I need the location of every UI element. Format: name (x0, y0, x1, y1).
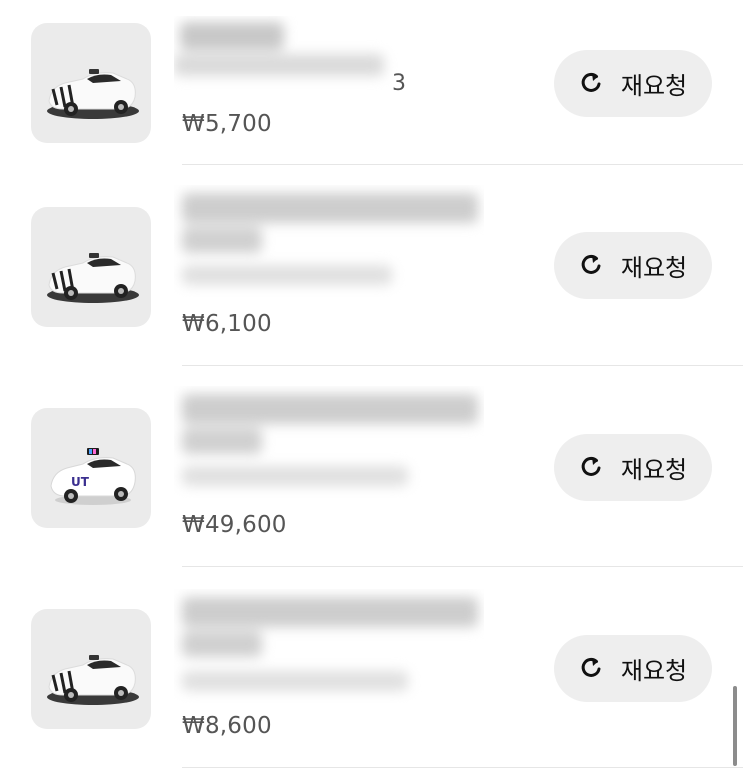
list-item[interactable]: ₩6,100 재요청 (0, 165, 743, 366)
redacted-ride-details (174, 185, 484, 297)
refresh-icon (579, 253, 605, 279)
ride-price: ₩6,100 (182, 311, 272, 337)
list-item[interactable]: UT ₩49,600 재요청 (0, 366, 743, 567)
redacted-ride-details (174, 589, 484, 703)
rerequest-label: 재요청 (620, 456, 688, 484)
rerequest-button[interactable]: 재요청 (554, 635, 712, 702)
rerequest-label: 재요청 (620, 72, 688, 100)
divider (182, 767, 743, 768)
scrollbar[interactable] (733, 686, 737, 766)
car-icon (47, 253, 139, 303)
rerequest-label: 재요청 (620, 657, 688, 685)
redacted-ride-details (174, 386, 484, 498)
vehicle-thumbnail: UT (31, 408, 151, 528)
vehicle-thumbnail (31, 207, 151, 327)
car-icon (47, 69, 139, 119)
refresh-icon (579, 455, 605, 481)
rerequest-button[interactable]: 재요청 (554, 232, 712, 299)
refresh-icon (579, 656, 605, 682)
list-item[interactable]: ₩8,600 재요청 (0, 567, 743, 768)
refresh-icon (579, 71, 605, 97)
vehicle-thumbnail (31, 609, 151, 729)
ride-detail-fragment: 3 (392, 71, 406, 96)
svg-text:UT: UT (71, 475, 90, 489)
rerequest-label: 재요청 (620, 254, 688, 282)
car-icon (47, 655, 139, 705)
rerequest-button[interactable]: 재요청 (554, 50, 712, 117)
ut-taxi-icon: UT (50, 448, 136, 505)
ride-price: ₩5,700 (182, 111, 272, 137)
vehicle-thumbnail (31, 23, 151, 143)
ride-history-list: 3 ₩5,700 재요청 ₩6,100 재요청 UT ₩49,600 재요청 ₩… (0, 0, 743, 768)
ride-price: ₩8,600 (182, 713, 272, 739)
list-item[interactable]: 3 ₩5,700 재요청 (0, 0, 743, 165)
rerequest-button[interactable]: 재요청 (554, 434, 712, 501)
redacted-ride-details (174, 16, 484, 96)
ride-price: ₩49,600 (182, 512, 287, 538)
